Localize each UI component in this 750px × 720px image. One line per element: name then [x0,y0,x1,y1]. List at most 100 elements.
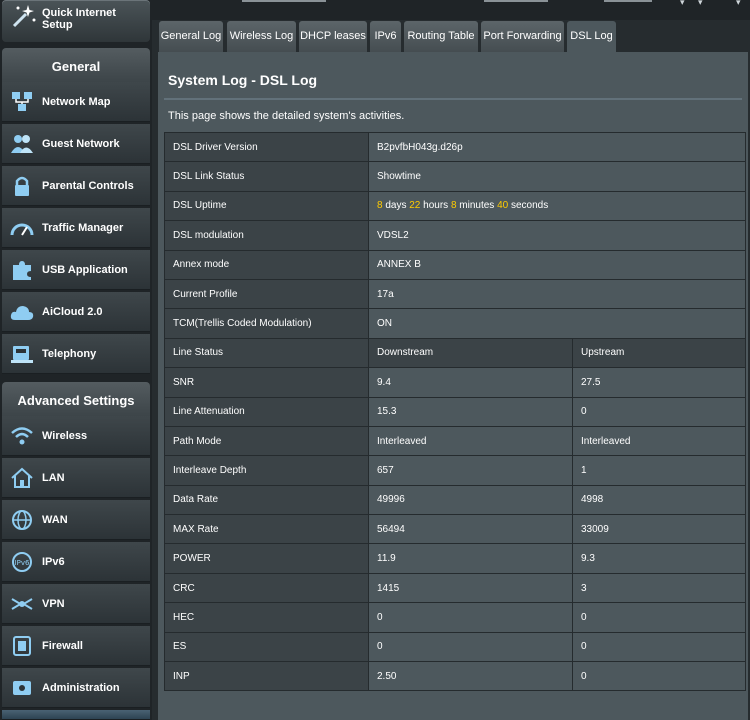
sidebar-item-label: Guest Network [42,138,120,150]
sidebar-item-administration[interactable]: Administration [2,668,150,708]
wireless-icon [11,427,33,445]
table-row: INP 2.50 0 [164,661,746,692]
row-value: ANNEX B [368,249,746,280]
top-divider-line [484,0,548,2]
sidebar-item-network-map[interactable]: Network Map [2,82,150,122]
firewall-icon [13,636,31,656]
sidebar-item-lan[interactable]: LAN [2,458,150,498]
upstream-value: 3 [572,572,746,604]
tab-dhcp-leases[interactable]: DHCP leases [299,21,367,52]
sidebar-item-guest-network[interactable]: Guest Network [2,124,150,164]
upstream-value: 9.3 [572,543,746,574]
administration-icon [13,681,31,695]
sidebar-item-parental-controls[interactable]: Parental Controls [2,166,150,206]
row-label: POWER [164,543,369,574]
downstream-value: 2.50 [368,661,573,692]
sidebar-item-label: Firewall [42,640,83,652]
lock-icon [15,176,29,196]
table-row: TCM(Trellis Coded Modulation) ON [164,308,746,339]
sidebar-item-ipv6[interactable]: IPv6 IPv6 [2,542,150,582]
status-icon[interactable]: ▾ [736,0,750,5]
globe-icon [12,510,32,530]
upstream-header: Upstream [572,337,746,369]
upstream-value: 0 [572,661,746,692]
sidebar-item-label: Wireless [42,430,88,442]
table-row: POWER 11.9 9.3 [164,543,746,574]
table-row: HEC 0 0 [164,602,746,633]
cloud-icon [10,306,34,320]
upstream-value: 0 [572,396,746,427]
page-description: This page shows the detailed system's ac… [168,110,405,122]
sidebar-item-telephony[interactable]: Telephony [2,334,150,374]
downstream-value: 657 [368,455,573,486]
uptime-minutes-label: minutes [459,200,495,212]
network-map-icon [12,92,32,111]
row-label: DSL Driver Version [164,131,369,163]
row-label: DSL modulation [164,220,369,251]
line-status-header-row: Line Status Downstream Upstream [164,337,746,369]
row-label: TCM(Trellis Coded Modulation) [164,308,369,339]
status-icon[interactable]: ▾ [698,0,712,5]
row-value: ON [368,308,746,339]
table-row: DSL Uptime 8 days 22 hours 8 minutes 40 … [164,190,746,222]
sidebar-item-wireless[interactable]: Wireless [2,416,150,456]
downstream-value: 15.3 [368,396,573,427]
tab-dsl-log[interactable]: DSL Log [567,21,616,53]
row-label: Path Mode [164,425,369,457]
upstream-value: 0 [572,602,746,633]
quick-internet-setup-button[interactable]: Quick Internet Setup [2,0,150,42]
uptime-days-label: days [385,200,407,212]
upstream-value: Interleaved [572,425,746,457]
tab-routing-table[interactable]: Routing Table [404,21,478,52]
general-section-title: General [2,48,150,86]
sidebar-item-label: Parental Controls [42,180,134,192]
uptime-days: 8 [377,200,383,212]
tab-ipv6[interactable]: IPv6 [370,21,401,52]
row-label: CRC [164,572,369,604]
wand-icon [12,5,36,28]
row-value: B2pvfbH043g.d26p [368,131,746,163]
upstream-value: 27.5 [572,367,746,398]
table-row: Data Rate 49996 4998 [164,484,746,516]
sidebar-item-aicloud[interactable]: AiCloud 2.0 [2,292,150,332]
row-label: MAX Rate [164,514,369,545]
table-row: DSL Link Status Showtime [164,161,746,192]
sidebar-item-system-log[interactable] [2,710,150,720]
quick-internet-setup-label: Quick Internet Setup [42,7,116,31]
sidebar-item-wan[interactable]: WAN [2,500,150,540]
table-row: CRC 1415 3 [164,572,746,604]
home-icon [11,467,33,488]
row-label: Current Profile [164,278,369,310]
table-row: DSL modulation VDSL2 [164,220,746,251]
sidebar-item-usb-application[interactable]: USB Application [2,250,150,290]
guest-network-icon [11,135,33,153]
page-title: System Log - DSL Log [168,72,318,88]
row-label: ES [164,631,369,663]
table-row: DSL Driver Version B2pvfbH043g.d26p [164,131,746,163]
upstream-value: 4998 [572,484,746,516]
sidebar-item-vpn[interactable]: VPN [2,584,150,624]
sidebar-item-label: Telephony [42,348,97,360]
svg-text:IPv6: IPv6 [15,559,30,567]
sidebar-item-firewall[interactable]: Firewall [2,626,150,666]
status-icon[interactable]: ▾ [680,0,694,5]
row-label: Data Rate [164,484,369,516]
sidebar-item-label: AiCloud 2.0 [42,306,103,318]
tab-port-forwarding[interactable]: Port Forwarding [481,21,564,52]
tab-wireless-log[interactable]: Wireless Log [227,21,296,52]
uptime-seconds-label: seconds [511,200,549,212]
downstream-value: 9.4 [368,367,573,398]
line-status-header: Line Status [164,337,369,369]
sidebar: Quick Internet Setup General Network Map… [0,0,152,720]
downstream-value: 0 [368,602,573,633]
tab-general-log[interactable]: General Log [159,21,223,52]
sidebar-item-label: USB Application [42,264,128,276]
sidebar-item-label: WAN [42,514,68,526]
sidebar-item-traffic-manager[interactable]: Traffic Manager [2,208,150,248]
downstream-value: 11.9 [368,543,573,574]
sidebar-item-label: Administration [42,682,120,694]
downstream-header: Downstream [368,337,573,369]
sidebar-item-label: Traffic Manager [42,222,124,234]
table-row: Path Mode Interleaved Interleaved [164,425,746,457]
uptime-hours: 22 [409,200,421,212]
